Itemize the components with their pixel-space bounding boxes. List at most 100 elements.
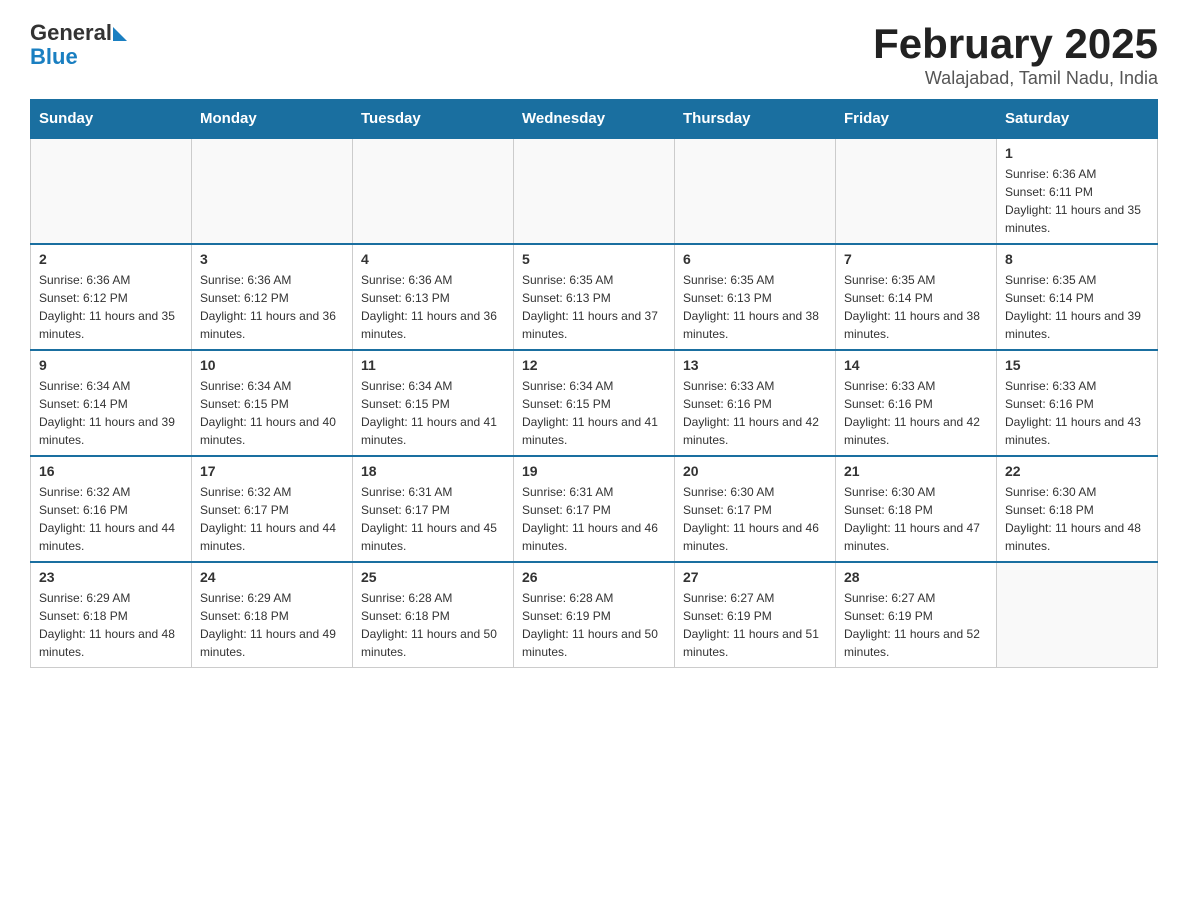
day-number: 16: [39, 463, 183, 479]
calendar-cell: 25 Sunrise: 6:28 AMSunset: 6:18 PMDayligh…: [353, 562, 514, 668]
logo-triangle-icon: [113, 27, 127, 41]
day-info: Sunrise: 6:33 AMSunset: 6:16 PMDaylight:…: [683, 377, 827, 449]
day-number: 22: [1005, 463, 1149, 479]
day-info: Sunrise: 6:35 AMSunset: 6:13 PMDaylight:…: [522, 271, 666, 343]
day-info: Sunrise: 6:36 AMSunset: 6:13 PMDaylight:…: [361, 271, 505, 343]
day-info: Sunrise: 6:32 AMSunset: 6:16 PMDaylight:…: [39, 483, 183, 555]
logo-blue-text: Blue: [30, 44, 78, 70]
day-info: Sunrise: 6:30 AMSunset: 6:18 PMDaylight:…: [1005, 483, 1149, 555]
calendar-week-row: 23 Sunrise: 6:29 AMSunset: 6:18 PMDayligh…: [31, 562, 1158, 668]
day-info: Sunrise: 6:36 AMSunset: 6:12 PMDaylight:…: [39, 271, 183, 343]
day-number: 9: [39, 357, 183, 373]
calendar-cell: [836, 138, 997, 244]
day-info: Sunrise: 6:31 AMSunset: 6:17 PMDaylight:…: [361, 483, 505, 555]
day-number: 1: [1005, 145, 1149, 161]
calendar-day-header-saturday: Saturday: [997, 100, 1158, 139]
calendar-cell: [192, 138, 353, 244]
calendar-cell: 8Sunrise: 6:35 AMSunset: 6:14 PMDaylight…: [997, 244, 1158, 350]
calendar-cell: 7 Sunrise: 6:35 AMSunset: 6:14 PMDaylight…: [836, 244, 997, 350]
day-number: 20: [683, 463, 827, 479]
day-info: Sunrise: 6:28 AMSunset: 6:18 PMDaylight:…: [361, 589, 505, 661]
calendar-cell: 17 Sunrise: 6:32 AMSunset: 6:17 PMDayligh…: [192, 456, 353, 562]
day-info: Sunrise: 6:35 AMSunset: 6:13 PMDaylight:…: [683, 271, 827, 343]
day-number: 15: [1005, 357, 1149, 373]
calendar-cell: 20 Sunrise: 6:30 AMSunset: 6:17 PMDayligh…: [675, 456, 836, 562]
calendar-day-header-thursday: Thursday: [675, 100, 836, 139]
day-number: 12: [522, 357, 666, 373]
calendar-cell: 23 Sunrise: 6:29 AMSunset: 6:18 PMDayligh…: [31, 562, 192, 668]
day-number: 14: [844, 357, 988, 373]
calendar-cell: [514, 138, 675, 244]
calendar-week-row: 9 Sunrise: 6:34 AMSunset: 6:14 PMDaylight…: [31, 350, 1158, 456]
calendar-header-row: SundayMondayTuesdayWednesdayThursdayFrid…: [31, 100, 1158, 139]
calendar-day-header-sunday: Sunday: [31, 100, 192, 139]
calendar-cell: 21 Sunrise: 6:30 AMSunset: 6:18 PMDayligh…: [836, 456, 997, 562]
calendar-cell: 19Sunrise: 6:31 AMSunset: 6:17 PMDayligh…: [514, 456, 675, 562]
calendar-cell: [997, 562, 1158, 668]
day-info: Sunrise: 6:36 AMSunset: 6:12 PMDaylight:…: [200, 271, 344, 343]
month-title: February 2025: [873, 20, 1158, 68]
location-text: Walajabad, Tamil Nadu, India: [873, 68, 1158, 89]
day-number: 21: [844, 463, 988, 479]
calendar-cell: 22 Sunrise: 6:30 AMSunset: 6:18 PMDayligh…: [997, 456, 1158, 562]
day-info: Sunrise: 6:30 AMSunset: 6:17 PMDaylight:…: [683, 483, 827, 555]
day-number: 2: [39, 251, 183, 267]
day-number: 8: [1005, 251, 1149, 267]
calendar-day-header-tuesday: Tuesday: [353, 100, 514, 139]
day-number: 11: [361, 357, 505, 373]
day-info: Sunrise: 6:29 AMSunset: 6:18 PMDaylight:…: [200, 589, 344, 661]
calendar-day-header-friday: Friday: [836, 100, 997, 139]
page-header: General Blue February 2025 Walajabad, Ta…: [30, 20, 1158, 89]
day-info: Sunrise: 6:36 AMSunset: 6:11 PMDaylight:…: [1005, 165, 1149, 237]
calendar-week-row: 2 Sunrise: 6:36 AMSunset: 6:12 PMDaylight…: [31, 244, 1158, 350]
day-number: 28: [844, 569, 988, 585]
calendar-cell: 12 Sunrise: 6:34 AMSunset: 6:15 PMDayligh…: [514, 350, 675, 456]
calendar-cell: 1 Sunrise: 6:36 AMSunset: 6:11 PMDaylight…: [997, 138, 1158, 244]
day-number: 17: [200, 463, 344, 479]
day-info: Sunrise: 6:33 AMSunset: 6:16 PMDaylight:…: [844, 377, 988, 449]
day-info: Sunrise: 6:34 AMSunset: 6:15 PMDaylight:…: [522, 377, 666, 449]
day-number: 24: [200, 569, 344, 585]
day-info: Sunrise: 6:32 AMSunset: 6:17 PMDaylight:…: [200, 483, 344, 555]
day-number: 3: [200, 251, 344, 267]
day-number: 5: [522, 251, 666, 267]
calendar-week-row: 16 Sunrise: 6:32 AMSunset: 6:16 PMDayligh…: [31, 456, 1158, 562]
title-block: February 2025 Walajabad, Tamil Nadu, Ind…: [873, 20, 1158, 89]
calendar-cell: 11 Sunrise: 6:34 AMSunset: 6:15 PMDayligh…: [353, 350, 514, 456]
calendar-cell: [353, 138, 514, 244]
day-number: 18: [361, 463, 505, 479]
calendar-cell: 13Sunrise: 6:33 AMSunset: 6:16 PMDayligh…: [675, 350, 836, 456]
day-info: Sunrise: 6:34 AMSunset: 6:14 PMDaylight:…: [39, 377, 183, 449]
day-info: Sunrise: 6:30 AMSunset: 6:18 PMDaylight:…: [844, 483, 988, 555]
calendar-day-header-wednesday: Wednesday: [514, 100, 675, 139]
calendar-table: SundayMondayTuesdayWednesdayThursdayFrid…: [30, 99, 1158, 668]
calendar-cell: [675, 138, 836, 244]
calendar-cell: 26 Sunrise: 6:28 AMSunset: 6:19 PMDayligh…: [514, 562, 675, 668]
day-info: Sunrise: 6:29 AMSunset: 6:18 PMDaylight:…: [39, 589, 183, 661]
day-info: Sunrise: 6:31 AMSunset: 6:17 PMDaylight:…: [522, 483, 666, 555]
day-info: Sunrise: 6:28 AMSunset: 6:19 PMDaylight:…: [522, 589, 666, 661]
day-info: Sunrise: 6:34 AMSunset: 6:15 PMDaylight:…: [361, 377, 505, 449]
day-number: 27: [683, 569, 827, 585]
day-number: 23: [39, 569, 183, 585]
calendar-cell: 2 Sunrise: 6:36 AMSunset: 6:12 PMDaylight…: [31, 244, 192, 350]
calendar-day-header-monday: Monday: [192, 100, 353, 139]
day-number: 25: [361, 569, 505, 585]
calendar-cell: 10Sunrise: 6:34 AMSunset: 6:15 PMDayligh…: [192, 350, 353, 456]
day-number: 6: [683, 251, 827, 267]
calendar-cell: 14 Sunrise: 6:33 AMSunset: 6:16 PMDayligh…: [836, 350, 997, 456]
calendar-cell: 27 Sunrise: 6:27 AMSunset: 6:19 PMDayligh…: [675, 562, 836, 668]
day-info: Sunrise: 6:33 AMSunset: 6:16 PMDaylight:…: [1005, 377, 1149, 449]
logo-general-text: General: [30, 20, 112, 46]
calendar-cell: 3 Sunrise: 6:36 AMSunset: 6:12 PMDaylight…: [192, 244, 353, 350]
day-info: Sunrise: 6:35 AMSunset: 6:14 PMDaylight:…: [844, 271, 988, 343]
calendar-cell: 18 Sunrise: 6:31 AMSunset: 6:17 PMDayligh…: [353, 456, 514, 562]
calendar-cell: 15 Sunrise: 6:33 AMSunset: 6:16 PMDayligh…: [997, 350, 1158, 456]
calendar-cell: [31, 138, 192, 244]
day-number: 7: [844, 251, 988, 267]
day-info: Sunrise: 6:27 AMSunset: 6:19 PMDaylight:…: [683, 589, 827, 661]
calendar-cell: 9 Sunrise: 6:34 AMSunset: 6:14 PMDaylight…: [31, 350, 192, 456]
day-number: 4: [361, 251, 505, 267]
calendar-cell: 4 Sunrise: 6:36 AMSunset: 6:13 PMDaylight…: [353, 244, 514, 350]
day-number: 26: [522, 569, 666, 585]
